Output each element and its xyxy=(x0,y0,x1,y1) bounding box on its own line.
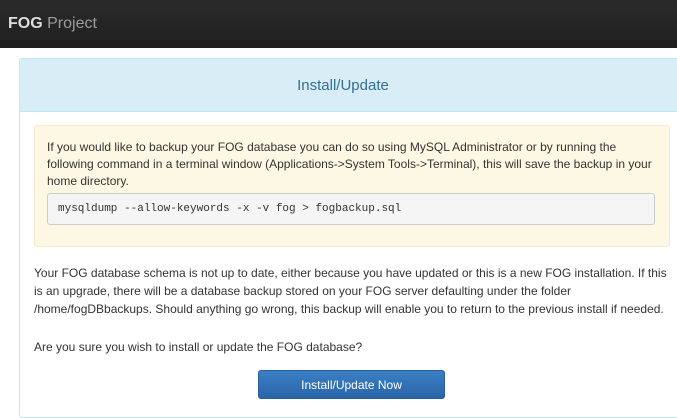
backup-command-code: mysqldump --allow-keywords -x -v fog > f… xyxy=(47,193,655,225)
backup-warning-box: If you would like to backup your FOG dat… xyxy=(34,125,670,247)
top-navbar: FOG Project xyxy=(0,0,677,48)
install-panel: Install/Update If you would like to back… xyxy=(19,58,677,418)
brand-link[interactable]: FOG Project xyxy=(8,15,97,33)
panel-title: Install/Update xyxy=(297,76,389,94)
backup-warning-text: If you would like to backup your FOG dat… xyxy=(47,140,652,188)
install-update-button[interactable]: Install/Update Now xyxy=(258,370,445,399)
brand-rest: Project xyxy=(42,15,97,32)
panel-heading: Install/Update xyxy=(20,59,677,112)
confirm-question-text: Are you sure you wish to install or upda… xyxy=(34,340,363,354)
schema-outdated-text: Your FOG database schema is not up to da… xyxy=(34,266,667,316)
brand-strong: FOG xyxy=(8,15,43,32)
